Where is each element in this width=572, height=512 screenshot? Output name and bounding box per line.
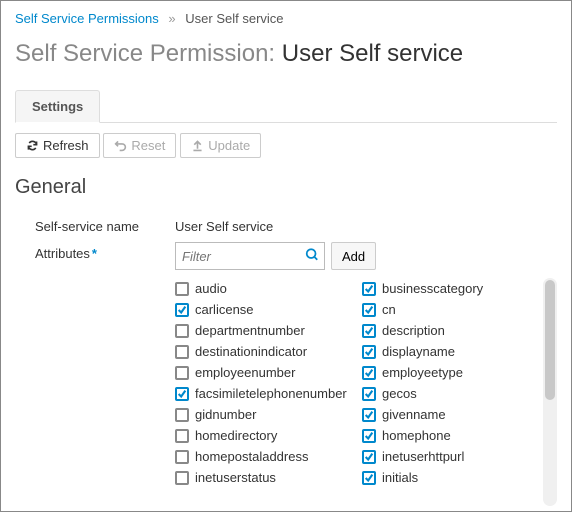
attribute-label: homephone: [382, 428, 451, 443]
breadcrumb-separator: »: [168, 11, 175, 26]
checkbox[interactable]: [175, 408, 189, 422]
refresh-label: Refresh: [43, 138, 89, 153]
attribute-item: employeetype: [362, 362, 539, 383]
section-heading-general: General: [15, 176, 557, 199]
checkbox[interactable]: [175, 471, 189, 485]
refresh-icon: [26, 139, 39, 152]
attribute-label: departmentnumber: [195, 323, 305, 338]
checkbox[interactable]: [362, 387, 376, 401]
checkbox[interactable]: [175, 282, 189, 296]
reset-button[interactable]: Reset: [103, 133, 176, 158]
attribute-label: destinationindicator: [195, 344, 307, 359]
attribute-item: displayname: [362, 341, 539, 362]
attribute-label: gidnumber: [195, 407, 256, 422]
self-service-name-label: Self-service name: [15, 215, 175, 234]
attribute-item: homedirectory: [175, 425, 352, 446]
page-title-entity: User Self service: [282, 40, 463, 67]
attribute-item: homephone: [362, 425, 539, 446]
checkbox[interactable]: [175, 303, 189, 317]
attribute-item: destinationindicator: [175, 341, 352, 362]
checkbox[interactable]: [362, 429, 376, 443]
attribute-label: facsimiletelephonenumber: [195, 386, 347, 401]
checkbox[interactable]: [175, 387, 189, 401]
scrollbar-thumb[interactable]: [545, 280, 555, 400]
attribute-label: businesscategory: [382, 281, 483, 296]
attribute-item: inetuserstatus: [175, 467, 352, 488]
attribute-item: givenname: [362, 404, 539, 425]
attribute-item: inetuserhttpurl: [362, 446, 539, 467]
reset-label: Reset: [131, 138, 165, 153]
attribute-label: givenname: [382, 407, 446, 422]
attribute-label: inetuserstatus: [195, 470, 276, 485]
attribute-item: businesscategory: [362, 278, 539, 299]
filter-input[interactable]: [175, 242, 325, 270]
checkbox[interactable]: [175, 450, 189, 464]
checkbox[interactable]: [175, 429, 189, 443]
checkbox[interactable]: [362, 366, 376, 380]
attribute-label: employeenumber: [195, 365, 295, 380]
attribute-label: initials: [382, 470, 418, 485]
breadcrumb-current: User Self service: [185, 11, 283, 26]
attribute-label: homepostaladdress: [195, 449, 308, 464]
checkbox[interactable]: [362, 408, 376, 422]
attributes-column-left: audio carlicense departmentnumber destinati…: [175, 278, 352, 488]
upload-icon: [191, 139, 204, 152]
checkbox[interactable]: [362, 303, 376, 317]
attribute-label: cn: [382, 302, 396, 317]
attribute-label: inetuserhttpurl: [382, 449, 464, 464]
attribute-item: carlicense: [175, 299, 352, 320]
scrollbar-track[interactable]: [543, 278, 557, 506]
update-button[interactable]: Update: [180, 133, 261, 158]
breadcrumb-root-link[interactable]: Self Service Permissions: [15, 11, 159, 26]
attribute-label: displayname: [382, 344, 455, 359]
page-title-prefix: Self Service Permission:: [15, 40, 275, 67]
checkbox[interactable]: [362, 450, 376, 464]
attribute-item: gecos: [362, 383, 539, 404]
attribute-item: cn: [362, 299, 539, 320]
tab-settings[interactable]: Settings: [15, 90, 100, 123]
attribute-label: employeetype: [382, 365, 463, 380]
add-button[interactable]: Add: [331, 242, 376, 270]
checkbox[interactable]: [175, 324, 189, 338]
attributes-column-right: businesscategory cn description displayname…: [362, 278, 539, 488]
checkbox[interactable]: [362, 324, 376, 338]
attribute-label: description: [382, 323, 445, 338]
self-service-name-value: User Self service: [175, 215, 557, 234]
attribute-item: initials: [362, 467, 539, 488]
attribute-label: carlicense: [195, 302, 254, 317]
checkbox[interactable]: [362, 471, 376, 485]
checkbox[interactable]: [175, 345, 189, 359]
undo-icon: [114, 139, 127, 152]
breadcrumb: Self Service Permissions » User Self ser…: [15, 11, 557, 26]
checkbox[interactable]: [362, 282, 376, 296]
checkbox[interactable]: [175, 366, 189, 380]
update-label: Update: [208, 138, 250, 153]
attributes-label: Attributes*: [15, 242, 175, 261]
checkbox[interactable]: [362, 345, 376, 359]
attribute-label: gecos: [382, 386, 417, 401]
attribute-item: departmentnumber: [175, 320, 352, 341]
action-bar: Refresh Reset Update: [15, 133, 557, 158]
attribute-item: homepostaladdress: [175, 446, 352, 467]
page-title: Self Service Permission: User Self servi…: [15, 40, 557, 68]
attribute-item: facsimiletelephonenumber: [175, 383, 352, 404]
refresh-button[interactable]: Refresh: [15, 133, 100, 158]
attribute-label: homedirectory: [195, 428, 277, 443]
required-indicator: *: [92, 246, 97, 261]
attribute-label: audio: [195, 281, 227, 296]
attribute-item: description: [362, 320, 539, 341]
tabs: Settings: [15, 90, 557, 123]
attribute-item: gidnumber: [175, 404, 352, 425]
attribute-item: audio: [175, 278, 352, 299]
attribute-item: employeenumber: [175, 362, 352, 383]
